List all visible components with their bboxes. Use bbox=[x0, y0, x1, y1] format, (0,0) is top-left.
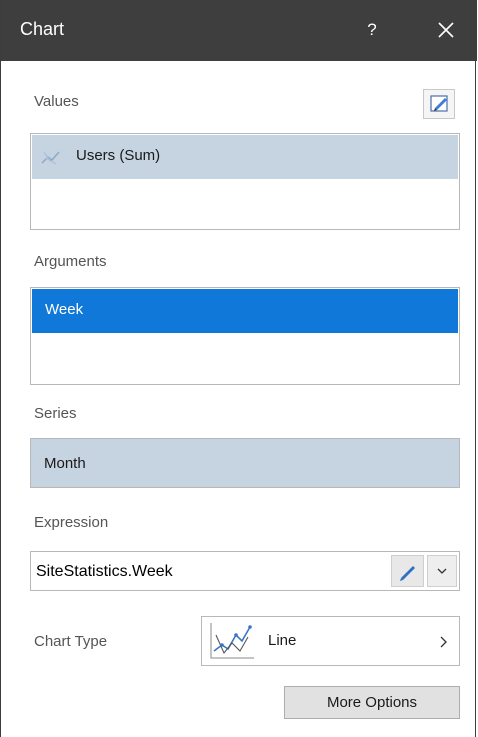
close-button[interactable] bbox=[429, 12, 463, 48]
list-item-label: Users (Sum) bbox=[76, 147, 161, 164]
values-label: Values bbox=[34, 93, 79, 110]
line-series-icon bbox=[41, 151, 60, 165]
list-item-users-sum[interactable]: Users (Sum) bbox=[32, 135, 458, 179]
arguments-list[interactable]: Week bbox=[30, 287, 460, 385]
series-value: Month bbox=[44, 455, 86, 472]
series-field[interactable]: Month bbox=[30, 438, 460, 488]
chevron-down-icon bbox=[437, 568, 447, 574]
edit-icon bbox=[430, 95, 448, 112]
series-label: Series bbox=[34, 405, 77, 422]
expression-dropdown-button[interactable] bbox=[427, 555, 457, 587]
expression-label: Expression bbox=[34, 514, 109, 531]
chevron-right-icon bbox=[440, 636, 447, 648]
line-chart-icon bbox=[210, 623, 254, 659]
chart-type-selector[interactable]: Line bbox=[201, 616, 460, 666]
chart-type-label: Chart Type bbox=[34, 633, 108, 650]
expression-value: SiteStatistics.Week bbox=[36, 563, 173, 580]
expression-edit-button[interactable] bbox=[391, 555, 424, 587]
more-options-button[interactable]: More Options bbox=[284, 686, 460, 719]
arguments-label: Arguments bbox=[34, 253, 107, 270]
help-button[interactable]: ? bbox=[357, 12, 387, 48]
chart-settings-panel: Chart ? Values Users (Sum) Arguments Wee… bbox=[0, 0, 477, 737]
chart-type-value: Line bbox=[268, 632, 297, 649]
pencil-icon bbox=[400, 566, 415, 581]
list-item-week[interactable]: Week bbox=[32, 289, 458, 333]
edit-values-button[interactable] bbox=[423, 89, 455, 119]
values-list[interactable]: Users (Sum) bbox=[30, 133, 460, 230]
close-icon bbox=[438, 22, 454, 38]
title-bar: Chart ? bbox=[1, 0, 477, 61]
list-item-label: Week bbox=[45, 301, 84, 318]
window-title: Chart bbox=[20, 19, 65, 39]
